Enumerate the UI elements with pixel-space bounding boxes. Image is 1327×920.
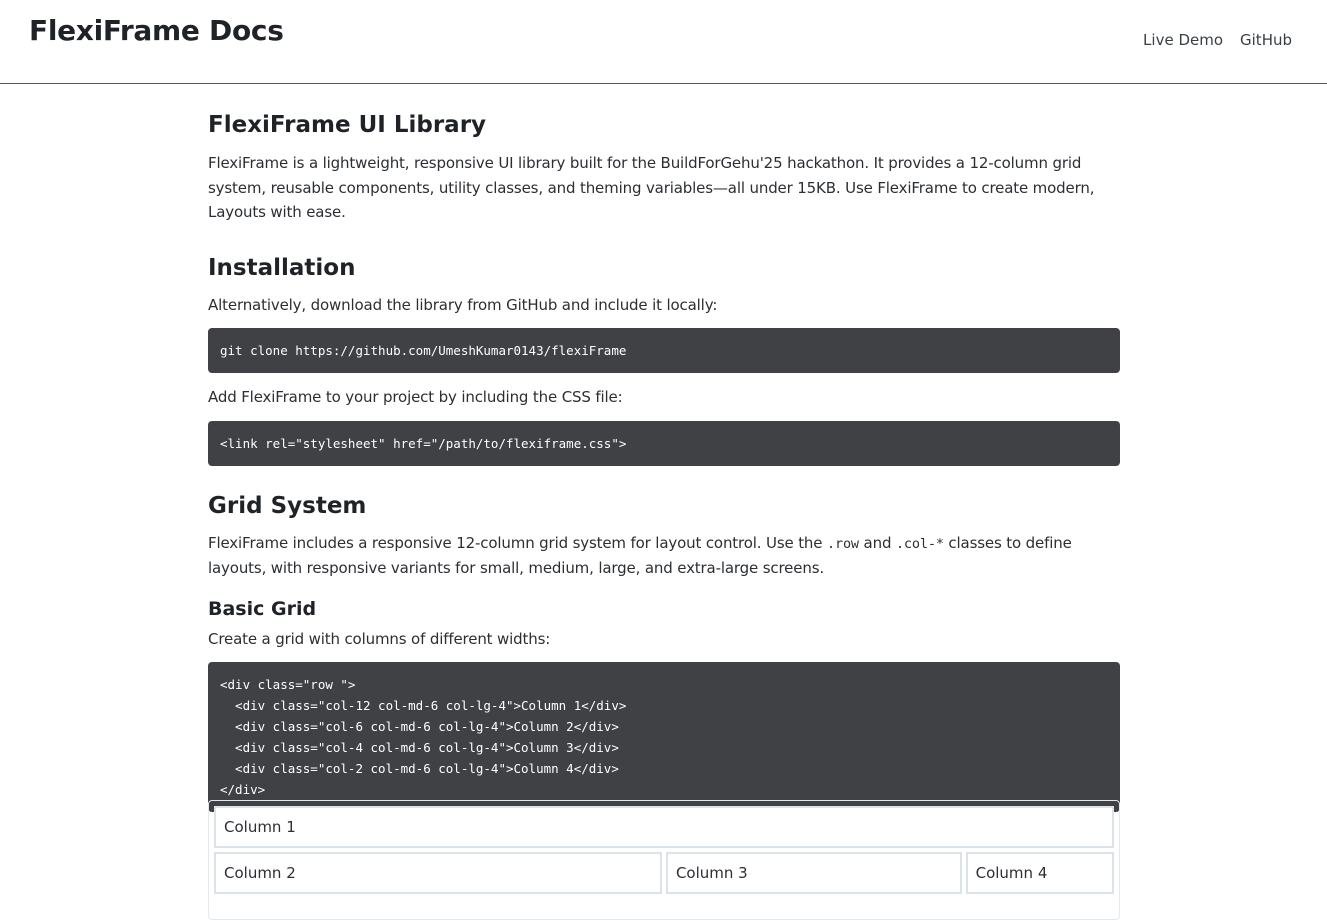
basic-grid-title: Basic Grid xyxy=(208,597,317,620)
grid-demo: Column 1 Column 2 Column 3 Column 4 xyxy=(208,800,1120,920)
download-text: Alternatively, download the library from… xyxy=(208,295,718,314)
nav-link-live-demo[interactable]: Live Demo xyxy=(1143,31,1223,49)
grid-demo-column-1: Column 1 xyxy=(214,806,1114,848)
grid-system-text: FlexiFrame includes a responsive 12-colu… xyxy=(208,531,1120,581)
basic-grid-code-block[interactable]: <div class="row "> <div class="col-12 co… xyxy=(208,662,1120,812)
grid-text-part: and xyxy=(858,533,896,552)
top-navbar: FlexiFrame Docs Live Demo GitHub xyxy=(0,0,1327,84)
nav-link-github[interactable]: GitHub xyxy=(1240,31,1292,49)
grid-demo-row: Column 2 Column 3 Column 4 xyxy=(214,852,1114,894)
css-include-text: Add FlexiFrame to your project by includ… xyxy=(208,388,623,406)
intro-paragraph: FlexiFrame is a lightweight, responsive … xyxy=(208,154,1095,221)
site-brand[interactable]: FlexiFrame Docs xyxy=(29,14,284,47)
basic-grid-text: Create a grid with columns of different … xyxy=(208,629,551,648)
grid-demo-column-3: Column 3 xyxy=(665,852,962,894)
installation-title: Installation xyxy=(208,254,356,281)
intro-title: FlexiFrame UI Library xyxy=(208,112,487,138)
grid-text-part: FlexiFrame includes a responsive 12-colu… xyxy=(208,533,827,552)
grid-system-title: Grid System xyxy=(208,492,367,519)
grid-demo-column-2: Column 2 xyxy=(214,852,662,894)
col-class-code: .col-* xyxy=(895,535,944,552)
docs-content: FlexiFrame UI Library FlexiFrame is a li… xyxy=(208,84,1120,812)
row-class-code: .row xyxy=(827,535,859,552)
css-link-code-block[interactable]: <link rel="stylesheet" href="/path/to/fl… xyxy=(208,420,1120,466)
grid-demo-column-4: Column 4 xyxy=(965,852,1114,894)
clone-code-block[interactable]: git clone https://github.com/UmeshKumar0… xyxy=(208,328,1120,373)
nav-links: Live Demo GitHub xyxy=(1143,31,1292,49)
grid-demo-row: Column 1 xyxy=(214,806,1114,848)
